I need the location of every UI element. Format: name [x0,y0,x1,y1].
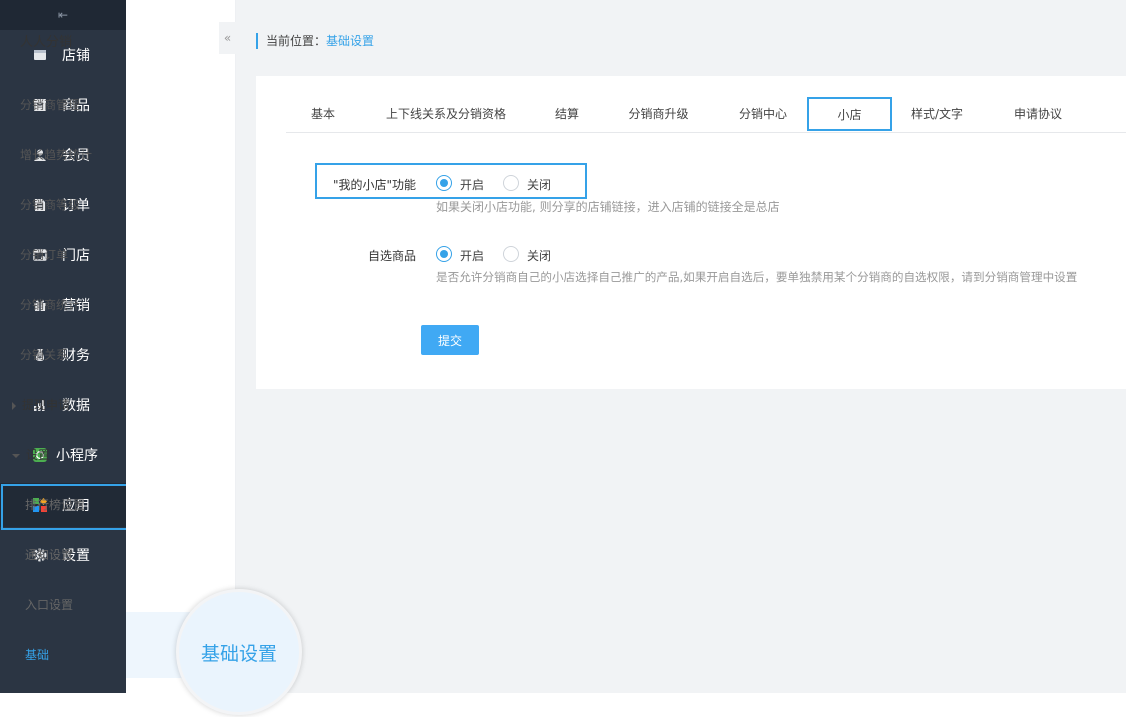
breadcrumb-prefix: 当前位置： [266,34,327,48]
submenu-item-distribution-orders[interactable]: 分销订单 [20,246,68,263]
collapse-submenu-button[interactable]: « [219,22,236,54]
tab-settlement[interactable]: 结算 [544,96,590,132]
submenu-item-basic-settings[interactable]: 基础 [25,646,49,663]
submenu-item-distributor-stats[interactable]: 分销商统计 [20,296,80,313]
tab-bar: 基本 上下线关系及分销资格 结算 分销商升级 分销中心 小店 样式/文字 申请协… [286,96,1126,133]
breadcrumb-current[interactable]: 基础设置 [326,34,374,48]
tab-basic[interactable]: 基本 [302,96,344,132]
submenu-item-entry-settings[interactable]: 入口设置 [25,596,73,613]
collapse-menu-icon[interactable]: ⇤ [0,0,126,30]
shop-off-radio[interactable] [503,175,519,191]
breadcrumb: 当前位置：基础设置 [256,33,374,49]
submenu-group-withdraw[interactable]: 提现申请 [12,396,70,413]
goods-on-radio[interactable] [436,246,452,262]
tab-agreement[interactable]: 申请协议 [1004,96,1072,132]
goods-off-label[interactable]: 关闭 [527,247,551,264]
tab-upgrade[interactable]: 分销商升级 [621,96,696,132]
shop-on-radio[interactable] [436,175,452,191]
tab-shop[interactable]: 小店 [807,97,892,131]
submit-button[interactable]: 提交 [421,325,479,355]
tab-relationships[interactable]: 上下线关系及分销资格 [374,96,518,132]
tab-center[interactable]: 分销中心 [728,96,798,132]
double-chevron-left-icon: « [223,31,232,45]
goods-on-label[interactable]: 开启 [460,247,484,264]
secondary-menu [126,0,236,693]
shop-function-hint: 如果关闭小店功能, 则分享的店铺链接，进入店铺的链接全是总店 [436,200,780,214]
submenu-group-label: 提现申请 [22,398,71,412]
bottom-strip [0,693,1126,717]
caret-down-icon [12,453,20,458]
submenu-group-label: 设置 [26,448,51,462]
shop-function-label: "我的小店"功能 [332,178,416,192]
goods-off-radio[interactable] [503,246,519,262]
self-select-goods-hint: 是否允许分销商自己的小店选择自己推广的产品,如果开启自选后，要单独禁用某个分销商… [436,270,1078,284]
submenu-item-distribution-relations[interactable]: 分销关系 [20,346,68,363]
sidebar-item-label: 小程序 [56,448,98,464]
shop-off-label[interactable]: 关闭 [527,176,551,193]
submenu-title: 人人分销 [20,35,73,50]
submenu-item-ranking-settings[interactable]: 排行榜设置 [25,496,85,513]
submenu-item-notify-settings[interactable]: 通知设置 [25,546,73,563]
submenu-group-settings[interactable]: 设置 [12,446,50,463]
magnifier-callout: 基础设置 [176,589,302,715]
self-select-goods-label: 自选商品 [367,249,416,263]
submenu-item-distributor-level[interactable]: 分销商等级 [20,196,80,213]
tab-style-text[interactable]: 样式/文字 [900,96,974,132]
shop-on-label[interactable]: 开启 [460,176,484,193]
submenu-item-distributor-manage[interactable]: 分销商管理 [20,96,80,113]
submenu-item-growth-stats[interactable]: 增长趋势统计 [20,146,92,163]
caret-right-icon [12,401,16,410]
